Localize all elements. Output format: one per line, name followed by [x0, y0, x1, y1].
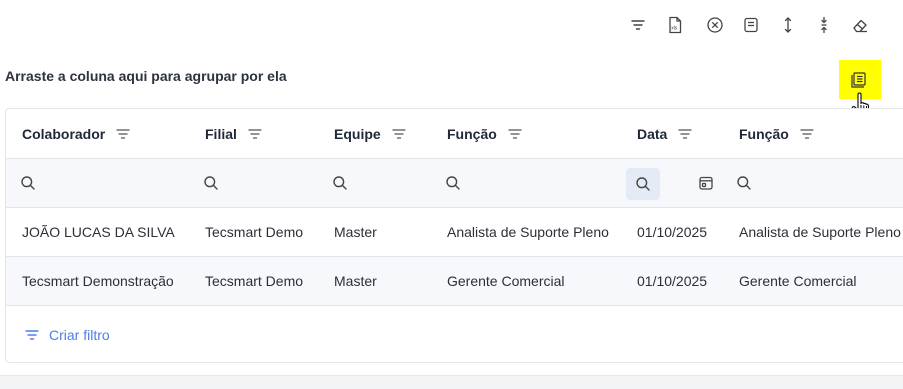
column-header-filial[interactable]: Filial	[205, 109, 263, 158]
clear-circle-icon[interactable]	[703, 13, 727, 37]
cell-data: 01/10/2025	[637, 273, 708, 289]
search-icon	[446, 176, 460, 190]
cell-filial: Tecsmart Demo	[205, 224, 304, 240]
search-icon	[737, 176, 751, 190]
column-menu-icon[interactable]	[115, 126, 131, 142]
grid-footer: Criar filtro	[6, 306, 903, 362]
create-filter-button[interactable]: Criar filtro	[24, 306, 110, 362]
column-header-funcao-2[interactable]: Função	[739, 109, 815, 158]
column-header-label: Função	[739, 125, 789, 142]
svg-text:xls: xls	[671, 26, 678, 32]
filter-search-filial[interactable]	[203, 159, 219, 207]
column-header-label: Filial	[205, 125, 237, 142]
filter-search-colaborador[interactable]	[20, 159, 36, 207]
table-row[interactable]: Tecsmart Demonstração Tecsmart Demo Mast…	[6, 257, 903, 306]
bottom-scrollbar-area	[0, 375, 903, 389]
filter-search-funcao-2[interactable]	[736, 159, 752, 207]
collapse-vertical-icon[interactable]	[812, 13, 836, 37]
table-row[interactable]: JOÃO LUCAS DA SILVA Tecsmart Demo Master…	[6, 208, 903, 257]
grid-header-row: Colaborador Filial Equipe Função Data Fu…	[6, 109, 903, 159]
column-chooser-icon	[851, 71, 866, 88]
column-header-colaborador[interactable]: Colaborador	[22, 109, 131, 158]
column-menu-icon[interactable]	[799, 126, 815, 142]
column-header-data[interactable]: Data	[637, 109, 693, 158]
search-icon	[333, 176, 347, 190]
filter-lines-icon[interactable]	[626, 13, 650, 37]
cell-funcao: Gerente Comercial	[447, 273, 565, 289]
column-header-label: Equipe	[334, 125, 381, 142]
search-icon	[21, 176, 35, 190]
cell-filial: Tecsmart Demo	[205, 273, 304, 289]
filter-search-equipe[interactable]	[332, 159, 348, 207]
column-header-funcao[interactable]: Função	[447, 109, 523, 158]
grid-filter-row	[6, 159, 903, 208]
column-header-label: Data	[637, 125, 668, 142]
column-menu-icon[interactable]	[507, 126, 523, 142]
filter-search-funcao[interactable]	[445, 159, 461, 207]
date-picker-button[interactable]	[698, 159, 714, 207]
cell-equipe: Master	[334, 224, 377, 240]
group-panel-text: Arraste a coluna aqui para agrupar por e…	[5, 68, 287, 84]
cell-funcao: Analista de Suporte Pleno	[447, 224, 609, 240]
create-filter-label: Criar filtro	[49, 327, 110, 343]
expand-vertical-icon[interactable]	[776, 13, 800, 37]
cell-equipe: Master	[334, 273, 377, 289]
eraser-icon[interactable]	[848, 13, 872, 37]
column-header-equipe[interactable]: Equipe	[334, 109, 407, 158]
column-menu-icon[interactable]	[247, 126, 263, 142]
column-chooser-button[interactable]	[839, 60, 881, 99]
column-menu-icon[interactable]	[391, 126, 407, 142]
column-menu-icon[interactable]	[677, 126, 693, 142]
search-icon	[636, 177, 650, 191]
cell-colaborador: JOÃO LUCAS DA SILVA	[22, 224, 175, 240]
grid-toolbar: xls	[626, 13, 876, 37]
notes-icon[interactable]	[739, 13, 763, 37]
cell-funcao-2: Analista de Suporte Pleno	[739, 224, 901, 240]
data-grid: Colaborador Filial Equipe Função Data Fu…	[5, 108, 903, 363]
filter-search-data[interactable]	[626, 168, 660, 200]
calendar-icon	[699, 176, 713, 190]
export-xls-icon[interactable]: xls	[663, 13, 687, 37]
cell-colaborador: Tecsmart Demonstração	[22, 273, 174, 289]
search-icon	[204, 176, 218, 190]
filter-lines-icon	[25, 330, 39, 340]
cell-data: 01/10/2025	[637, 224, 708, 240]
cell-funcao-2: Gerente Comercial	[739, 273, 857, 289]
column-header-label: Colaborador	[22, 125, 106, 142]
column-header-label: Função	[447, 125, 497, 142]
